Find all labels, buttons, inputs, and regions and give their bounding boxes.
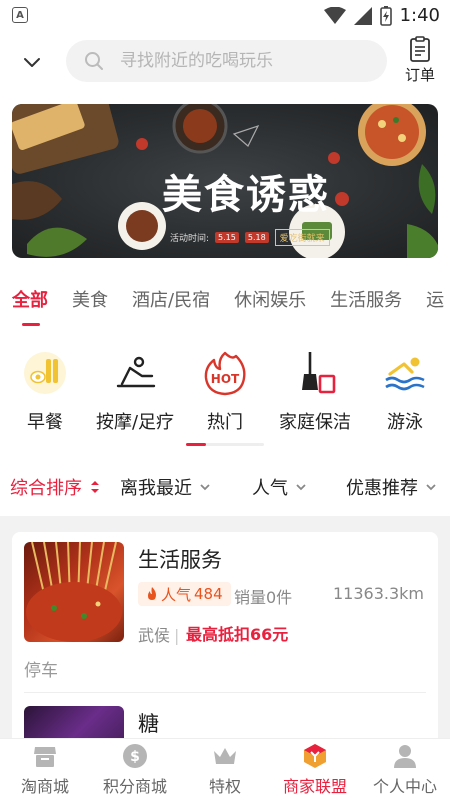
sort-comprehensive[interactable]: 综合排序 (10, 474, 100, 500)
sort-label: 优惠推荐 (346, 478, 418, 499)
nav-label: 特权 (208, 777, 241, 796)
crown-icon (214, 748, 236, 764)
skewer-food-image (26, 542, 122, 642)
banner-date-end: 5.18 (244, 232, 269, 243)
search-bar[interactable] (66, 40, 387, 82)
shop-name[interactable]: 生活服务 (138, 544, 222, 574)
chevron-down-icon[interactable] (22, 52, 42, 72)
service-cleaning[interactable]: 家庭保洁 (274, 350, 356, 434)
sort-bar: 综合排序 离我最近 人气 优惠推荐 (0, 466, 450, 508)
signal-icon (353, 6, 372, 25)
hot-badge-text: HOT (211, 372, 240, 386)
clock: 1:40 (399, 5, 440, 26)
merchant-icon (304, 744, 326, 768)
search-input[interactable] (120, 51, 360, 71)
nav-profile[interactable]: 个人中心 (360, 739, 450, 800)
discount-info: 最高抵扣66元 (186, 625, 289, 644)
popularity-label: 人气 (161, 585, 192, 604)
nav-label: 积分商城 (102, 777, 167, 796)
scroll-indicator-thumb (186, 443, 206, 446)
wifi-icon (323, 6, 346, 24)
breakfast-icon (24, 352, 66, 394)
massage-icon (116, 356, 156, 388)
promo-banner[interactable]: 美食诱惑 活动时间: 5.15 5.18 爱吃街就来 (12, 104, 438, 258)
nav-merchant-alliance[interactable]: 商家联盟 (270, 739, 360, 800)
nav-privilege[interactable]: 特权 (180, 739, 270, 800)
coin-icon: $ (123, 744, 147, 768)
status-bar: A 1:40 (0, 0, 450, 30)
store-icon (34, 747, 56, 767)
district: 武侯 | (138, 622, 183, 646)
shop-card[interactable]: 生活服务 人气 484 销量0件 11363.3km 武侯 | 最高抵扣66元 停… (12, 532, 438, 766)
search-icon (85, 52, 103, 70)
sort-popularity[interactable]: 人气 (252, 474, 306, 500)
service-label: 游泳 (387, 412, 423, 433)
fire-icon (148, 587, 156, 600)
service-massage[interactable]: 按摩/足疗 (90, 350, 180, 434)
service-breakfast[interactable]: 早餐 (20, 350, 70, 434)
sort-label: 离我最近 (120, 478, 192, 499)
nav-points-mall[interactable]: $ 积分商城 (90, 739, 180, 800)
shop-tag: 停车 (24, 661, 58, 681)
tab-sports[interactable]: 运 (426, 286, 444, 326)
cleaning-icon (302, 352, 336, 394)
popularity-count: 484 (194, 585, 223, 603)
hot-icon: HOT (204, 351, 246, 396)
orders-label: 订单 (404, 66, 435, 84)
user-icon (394, 745, 416, 768)
header: 订单 (0, 36, 450, 90)
service-hot[interactable]: HOT 热门 (198, 350, 252, 434)
service-label: 家庭保洁 (279, 412, 351, 433)
service-grid: 早餐 按摩/足疗 HOT 热门 家庭保洁 游泳 (0, 350, 450, 446)
tab-hotel[interactable]: 酒店/民宿 (132, 286, 210, 326)
divider (24, 692, 426, 693)
bottom-nav: 淘商城 $ 积分商城 特权 商家联盟 个人中心 (0, 738, 450, 800)
tab-life-service[interactable]: 生活服务 (330, 286, 402, 326)
sort-discount[interactable]: 优惠推荐 (346, 474, 436, 500)
chevron-down-icon (426, 484, 436, 491)
popularity-badge: 人气 484 (138, 582, 231, 606)
swimming-icon (385, 357, 425, 391)
separator: | (174, 626, 180, 645)
banner-tag: 爱吃街就来 (274, 229, 330, 246)
chevron-down-icon (296, 484, 306, 491)
tab-all[interactable]: 全部 (12, 286, 48, 326)
service-label: 按摩/足疗 (95, 412, 175, 433)
banner-title: 美食诱惑 (162, 171, 330, 218)
sort-label: 综合排序 (10, 478, 82, 499)
nav-label: 淘商城 (20, 777, 69, 796)
orders-button[interactable]: 订单 (398, 36, 442, 85)
sort-nearest[interactable]: 离我最近 (120, 474, 210, 500)
service-label: 早餐 (27, 412, 63, 433)
distance: 11363.3km (332, 584, 424, 603)
nav-store[interactable]: 淘商城 (0, 739, 90, 800)
service-swimming[interactable]: 游泳 (380, 350, 430, 434)
clipboard-icon (410, 36, 430, 62)
tab-food[interactable]: 美食 (72, 286, 108, 326)
service-scroll-indicator (186, 443, 264, 446)
chevron-down-icon (200, 484, 210, 491)
banner-dates: 活动时间: 5.15 5.18 爱吃街就来 (170, 229, 330, 246)
app: A 1:40 订单 (0, 0, 450, 800)
banner-date-label: 活动时间: (170, 234, 210, 244)
nav-label: 个人中心 (372, 777, 437, 796)
sort-label: 人气 (252, 478, 288, 499)
notification-icon: A (12, 7, 28, 23)
tab-leisure[interactable]: 休闲娱乐 (234, 286, 306, 326)
shop-name[interactable]: 糖 (138, 708, 159, 738)
svg-text:$: $ (130, 749, 140, 765)
district-name: 武侯 (138, 626, 171, 645)
service-label: 热门 (207, 412, 243, 433)
sort-toggle-icon (91, 481, 99, 493)
category-tabs: 全部 美食 酒店/民宿 休闲娱乐 生活服务 运 (0, 286, 450, 330)
banner-date-start: 5.15 (215, 232, 239, 243)
status-icons: 1:40 (323, 5, 440, 26)
battery-icon (379, 5, 392, 26)
nav-label: 商家联盟 (282, 777, 347, 796)
sales-count: 销量0件 (234, 588, 293, 607)
shop-thumbnail[interactable] (24, 542, 124, 642)
